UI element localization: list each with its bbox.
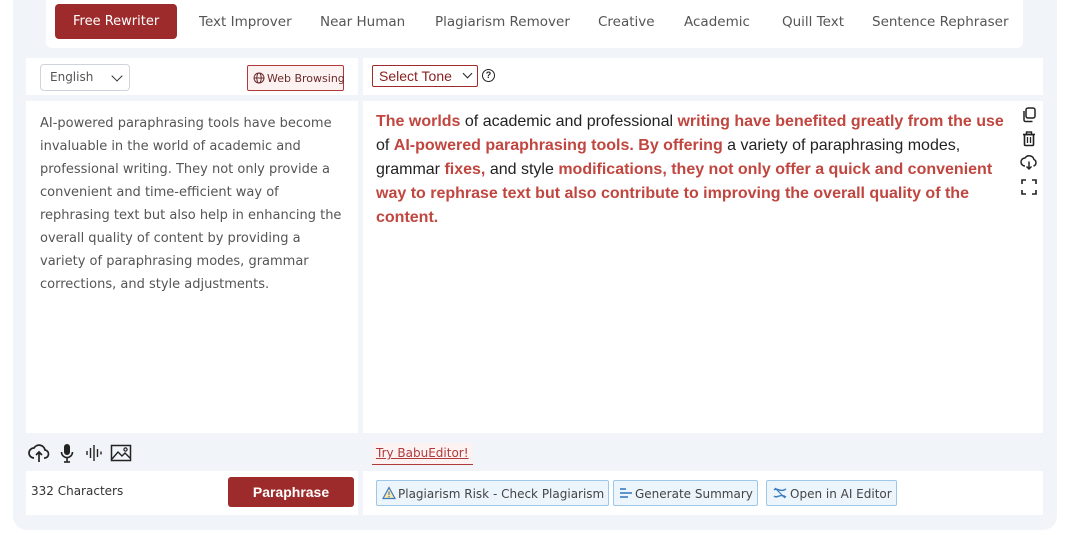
language-select[interactable]: English (40, 64, 130, 91)
globe-icon (253, 72, 265, 84)
output-segment: and style (485, 161, 559, 178)
tone-label: Select Tone (379, 68, 452, 84)
web-browsing-label: Web Browsing (267, 72, 345, 85)
language-value: English (50, 70, 94, 84)
summary-icon (620, 488, 632, 498)
output-segment: The worlds (376, 113, 461, 130)
chevron-down-icon (111, 70, 123, 82)
help-icon[interactable]: ? (482, 69, 495, 82)
fullscreen-icon[interactable] (1020, 178, 1038, 196)
output-text[interactable]: The worlds of academic and professional … (376, 110, 1016, 230)
output-segment: AI-powered paraphrasing tools. By offeri… (393, 137, 723, 154)
tab-plagiarism-remover[interactable]: Plagiarism Remover (435, 14, 570, 30)
paraphrase-button[interactable]: Paraphrase (228, 477, 354, 507)
generate-summary-label: Generate Summary (635, 487, 753, 501)
try-babueditor-link[interactable]: Try BabuEditor! (372, 443, 473, 465)
tab-sentence-rephraser[interactable]: Sentence Rephraser (872, 14, 1009, 30)
tab-free-rewriter[interactable]: Free Rewriter (55, 4, 178, 39)
output-segment: of academic and professional (460, 113, 678, 130)
microphone-icon[interactable] (58, 442, 76, 469)
output-side-actions (1020, 106, 1040, 202)
check-plagiarism-label: Plagiarism Risk - Check Plagiarism (398, 487, 605, 501)
output-segment: writing have benefited greatly from the … (677, 113, 1004, 130)
editor-icon (773, 487, 787, 499)
tab-near-human[interactable]: Near Human (320, 14, 405, 30)
open-ai-editor-button[interactable]: Open in AI Editor (766, 480, 897, 506)
trash-icon[interactable] (1020, 130, 1038, 148)
tab-quill-text[interactable]: Quill Text (782, 14, 844, 30)
copy-icon[interactable] (1020, 106, 1038, 124)
audio-wave-icon[interactable] (84, 442, 104, 469)
tab-academic[interactable]: Academic (684, 14, 750, 30)
chevron-down-icon (462, 68, 473, 79)
output-segment: fixes, (444, 161, 486, 178)
warning-icon (381, 486, 397, 500)
check-plagiarism-button[interactable]: Plagiarism Risk - Check Plagiarism (376, 480, 610, 506)
download-icon[interactable] (1020, 154, 1038, 172)
generate-summary-button[interactable]: Generate Summary (613, 480, 758, 506)
tone-select[interactable]: Select Tone (372, 65, 478, 87)
character-count: 332 Characters (31, 484, 124, 498)
open-ai-editor-label: Open in AI Editor (790, 487, 892, 501)
upload-cloud-icon[interactable] (28, 442, 50, 469)
tab-text-improver[interactable]: Text Improver (199, 14, 292, 30)
output-segment: of (376, 137, 394, 154)
input-text[interactable]: AI-powered paraphrasing tools have becom… (40, 112, 345, 296)
tab-creative[interactable]: Creative (598, 14, 655, 30)
web-browsing-button[interactable]: Web Browsing (247, 65, 345, 91)
image-icon[interactable] (110, 442, 132, 469)
